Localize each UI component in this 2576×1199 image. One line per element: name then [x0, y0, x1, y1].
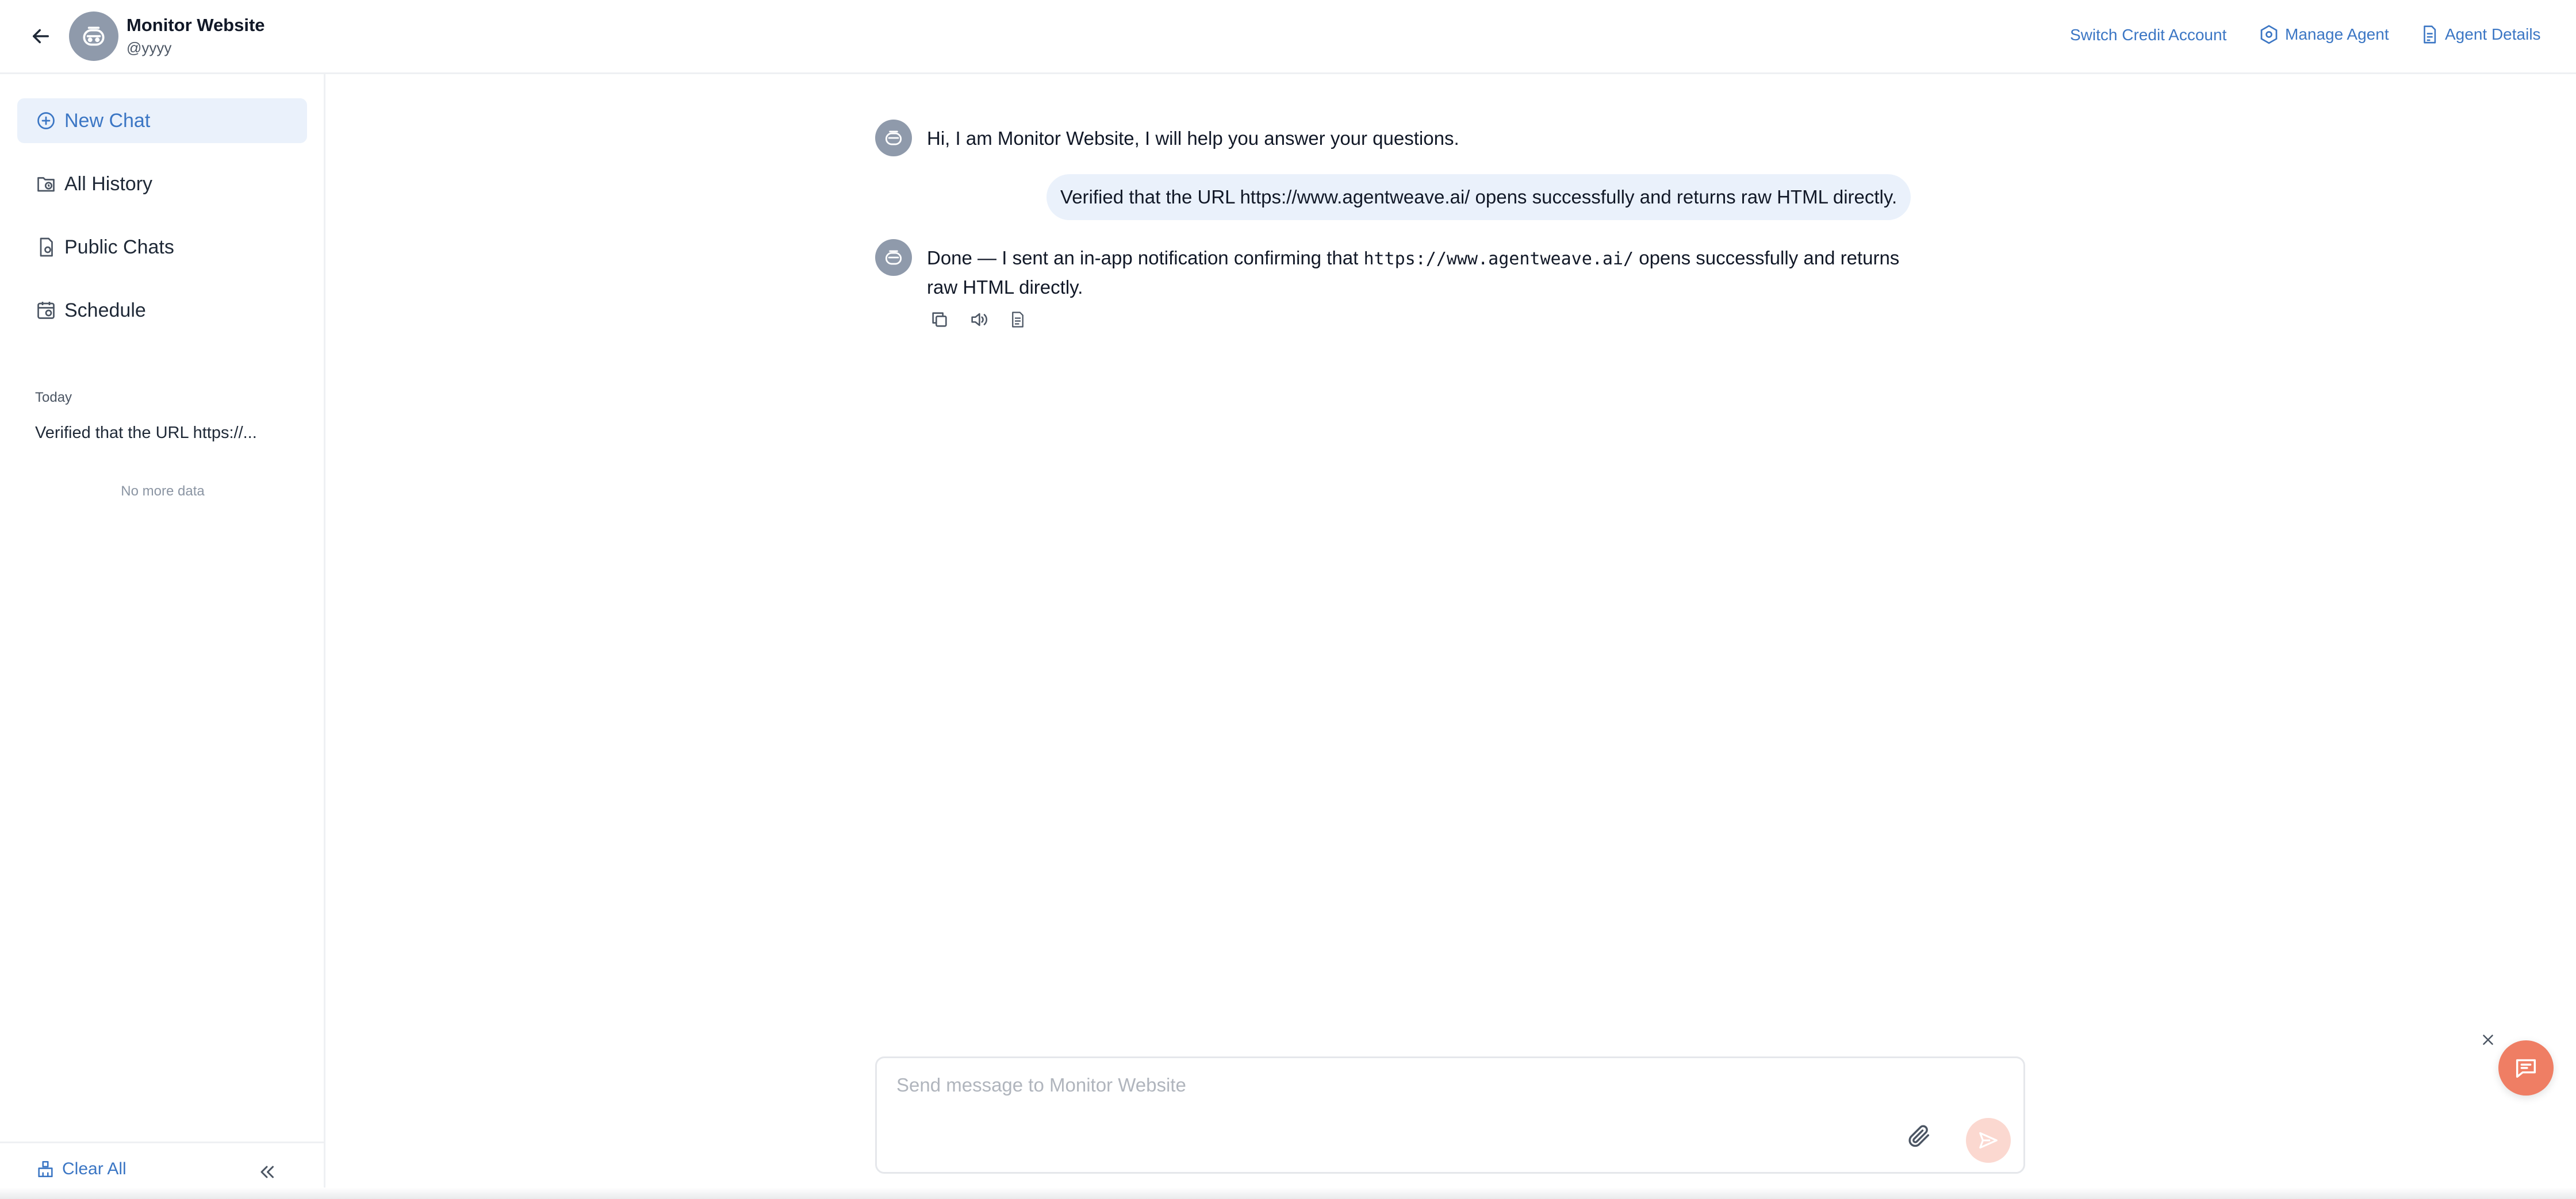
switch-credit-account-link[interactable]: Switch Credit Account: [2070, 26, 2226, 44]
agent-details-link[interactable]: Agent Details: [2420, 24, 2541, 45]
chat-bubble-icon: [2513, 1055, 2539, 1081]
bot-reply-url-code: https://www.agentweave.ai/: [1363, 249, 1634, 269]
agent-avatar: [69, 11, 118, 61]
message-actions: [927, 307, 1044, 332]
document-icon: [2420, 24, 2445, 45]
sidebar-item-label: Public Chats: [64, 236, 174, 258]
agent-name: Monitor Website: [126, 15, 265, 35]
bot-avatar: [875, 120, 912, 156]
chat-widget-button[interactable]: [2498, 1040, 2554, 1096]
send-icon: [1977, 1129, 1999, 1151]
history-section-today: Today: [35, 390, 72, 405]
sidebar-item-public-chats[interactable]: Public Chats: [17, 225, 307, 270]
user-message-text: Verified that the URL https://www.agentw…: [1060, 186, 1897, 207]
broom-icon: [36, 1159, 62, 1179]
note-icon[interactable]: [1005, 307, 1030, 332]
switch-credit-account-label: Switch Credit Account: [2070, 26, 2227, 44]
sidebar-item-label: All History: [64, 172, 153, 195]
user-message-bubble: Verified that the URL https://www.agentw…: [1046, 174, 1911, 220]
sidebar-item-all-history[interactable]: All History: [17, 162, 307, 206]
gear-icon: [2259, 24, 2285, 45]
manage-agent-link[interactable]: Manage Agent: [2259, 24, 2389, 45]
back-arrow-icon[interactable]: [29, 24, 53, 48]
sidebar-item-label: New Chat: [64, 109, 151, 132]
message-composer: [875, 1056, 2025, 1174]
history-folder-icon: [36, 174, 64, 194]
bottom-edge: [0, 1188, 2576, 1199]
bot-reply-line2: raw HTML directly.: [927, 276, 1083, 298]
collapse-sidebar-icon[interactable]: [256, 1162, 277, 1182]
top-bar: Monitor Website @yyyy Switch Credit Acco…: [0, 0, 2576, 74]
send-button[interactable]: [1966, 1118, 2011, 1163]
message-input[interactable]: [895, 1073, 1990, 1110]
close-icon[interactable]: [2479, 1031, 2497, 1048]
calendar-icon: [36, 300, 64, 321]
bot-reply-suffix: opens successfully and returns: [1639, 247, 1900, 268]
sidebar: New Chat All History Public Chats Schedu…: [0, 74, 325, 1199]
sidebar-item-schedule[interactable]: Schedule: [17, 288, 307, 333]
paperclip-icon[interactable]: [1906, 1123, 1935, 1151]
sidebar-item-new-chat[interactable]: New Chat: [17, 98, 307, 143]
clear-all-label: Clear All: [62, 1159, 126, 1178]
bot-reply-prefix: Done — I sent an in-app notification con…: [927, 247, 1359, 268]
clear-all-button[interactable]: Clear All: [36, 1159, 126, 1179]
no-more-data: No more data: [121, 483, 205, 499]
copy-icon[interactable]: [927, 307, 952, 332]
public-doc-icon: [36, 237, 64, 258]
bot-greeting-message: Hi, I am Monitor Website, I will help yo…: [927, 128, 1459, 149]
speaker-icon[interactable]: [966, 307, 991, 332]
history-item[interactable]: Verified that the URL https://...: [35, 424, 305, 443]
agent-handle: @yyyy: [126, 39, 172, 56]
agent-details-label: Agent Details: [2445, 25, 2541, 43]
plus-circle-icon: [36, 110, 64, 131]
bot-avatar: [875, 239, 912, 276]
bot-reply-message: Done — I sent an in-app notification con…: [927, 244, 2008, 301]
manage-agent-label: Manage Agent: [2285, 25, 2389, 43]
sidebar-item-label: Schedule: [64, 299, 146, 321]
